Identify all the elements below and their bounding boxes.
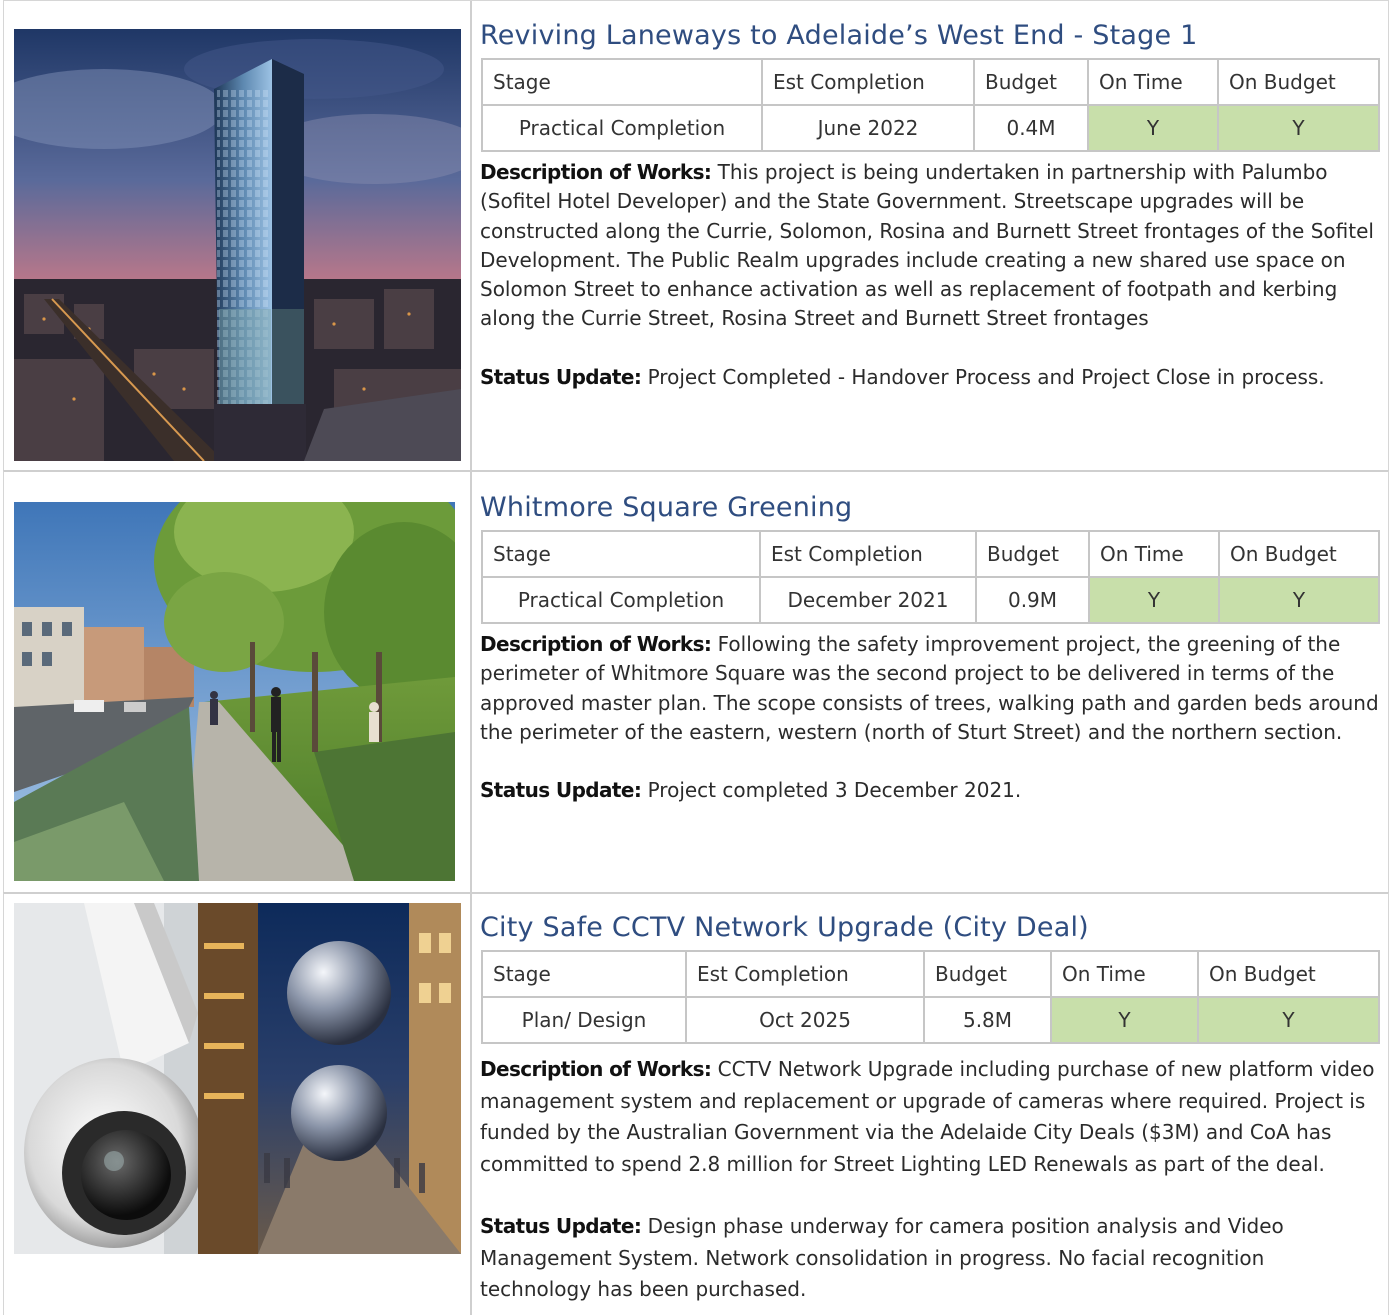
status-table-header: Stage Est Completion Budget On Time On B… — [481, 58, 1380, 106]
project-image-1 — [14, 29, 461, 461]
on-budget-cell: Y — [1217, 104, 1380, 152]
budget-cell: 0.9M — [975, 576, 1090, 624]
status-label: Status Update: — [480, 364, 642, 389]
column-header-stage: Stage — [481, 950, 687, 998]
est-completion-cell: December 2021 — [759, 576, 977, 624]
est-completion-cell: Oct 2025 — [685, 996, 925, 1044]
stage-cell: Plan/ Design — [481, 996, 687, 1044]
column-header-stage: Stage — [481, 530, 761, 578]
status-table-header: Stage Est Completion Budget On Time On B… — [481, 530, 1380, 578]
description-text: This project is being undertaken in part… — [480, 160, 1374, 331]
project-details: Description of Works: Following the safe… — [480, 630, 1380, 805]
column-header-on-budget: On Budget — [1217, 58, 1380, 106]
on-time-cell: Y — [1087, 104, 1219, 152]
column-header-on-budget: On Budget — [1197, 950, 1380, 998]
project-title: Reviving Laneways to Adelaide’s West End… — [480, 20, 1198, 51]
column-header-budget: Budget — [973, 58, 1089, 106]
on-time-cell: Y — [1088, 576, 1220, 624]
status-paragraph: Status Update: Project Completed - Hando… — [480, 363, 1380, 392]
column-header-on-budget: On Budget — [1218, 530, 1380, 578]
stage-cell: Practical Completion — [481, 576, 761, 624]
description-label: Description of Works: — [480, 1057, 712, 1081]
column-header-budget: Budget — [923, 950, 1052, 998]
status-label: Status Update: — [480, 1214, 642, 1238]
description-label: Description of Works: — [480, 160, 712, 184]
description-paragraph: Description of Works: CCTV Network Upgra… — [480, 1054, 1380, 1180]
project-details: Description of Works: This project is be… — [480, 158, 1380, 392]
budget-cell: 0.4M — [973, 104, 1089, 152]
status-table-header: Stage Est Completion Budget On Time On B… — [481, 950, 1380, 998]
on-budget-cell: Y — [1197, 996, 1380, 1044]
column-header-est-completion: Est Completion — [761, 58, 975, 106]
row-divider — [470, 894, 472, 1315]
project-title: Whitmore Square Greening — [480, 492, 853, 523]
project-title: City Safe CCTV Network Upgrade (City Dea… — [480, 912, 1089, 943]
on-budget-cell: Y — [1218, 576, 1380, 624]
row-divider — [470, 1, 472, 472]
description-paragraph: Description of Works: Following the safe… — [480, 630, 1380, 747]
column-header-est-completion: Est Completion — [685, 950, 925, 998]
row-divider — [470, 472, 472, 894]
status-table-row: Plan/ Design Oct 2025 5.8M Y Y — [481, 996, 1380, 1044]
column-header-budget: Budget — [975, 530, 1090, 578]
column-header-on-time: On Time — [1088, 530, 1220, 578]
status-table-row: Practical Completion December 2021 0.9M … — [481, 576, 1380, 624]
status-text: Project Completed - Handover Process and… — [647, 364, 1325, 389]
stage-cell: Practical Completion — [481, 104, 763, 152]
status-table: Stage Est Completion Budget On Time On B… — [481, 950, 1380, 1044]
project-image-2 — [14, 502, 455, 881]
column-header-on-time: On Time — [1050, 950, 1199, 998]
column-header-stage: Stage — [481, 58, 763, 106]
status-label: Status Update: — [480, 778, 642, 803]
status-text: Project completed 3 December 2021. — [647, 778, 1022, 803]
project-image-3 — [14, 903, 461, 1254]
status-table-row: Practical Completion June 2022 0.4M Y Y — [481, 104, 1380, 152]
description-paragraph: Description of Works: This project is be… — [480, 158, 1380, 334]
status-table: Stage Est Completion Budget On Time On B… — [481, 58, 1380, 152]
status-paragraph: Status Update: Project completed 3 Decem… — [480, 776, 1380, 805]
column-header-est-completion: Est Completion — [759, 530, 977, 578]
column-header-on-time: On Time — [1087, 58, 1219, 106]
status-paragraph: Status Update: Design phase underway for… — [480, 1211, 1380, 1306]
on-time-cell: Y — [1050, 996, 1199, 1044]
project-details: Description of Works: CCTV Network Upgra… — [480, 1054, 1380, 1306]
est-completion-cell: June 2022 — [761, 104, 975, 152]
status-table: Stage Est Completion Budget On Time On B… — [481, 530, 1380, 624]
description-label: Description of Works: — [480, 632, 712, 656]
project-status-page: Reviving Laneways to Adelaide’s West End… — [0, 0, 1394, 1315]
budget-cell: 5.8M — [923, 996, 1052, 1044]
